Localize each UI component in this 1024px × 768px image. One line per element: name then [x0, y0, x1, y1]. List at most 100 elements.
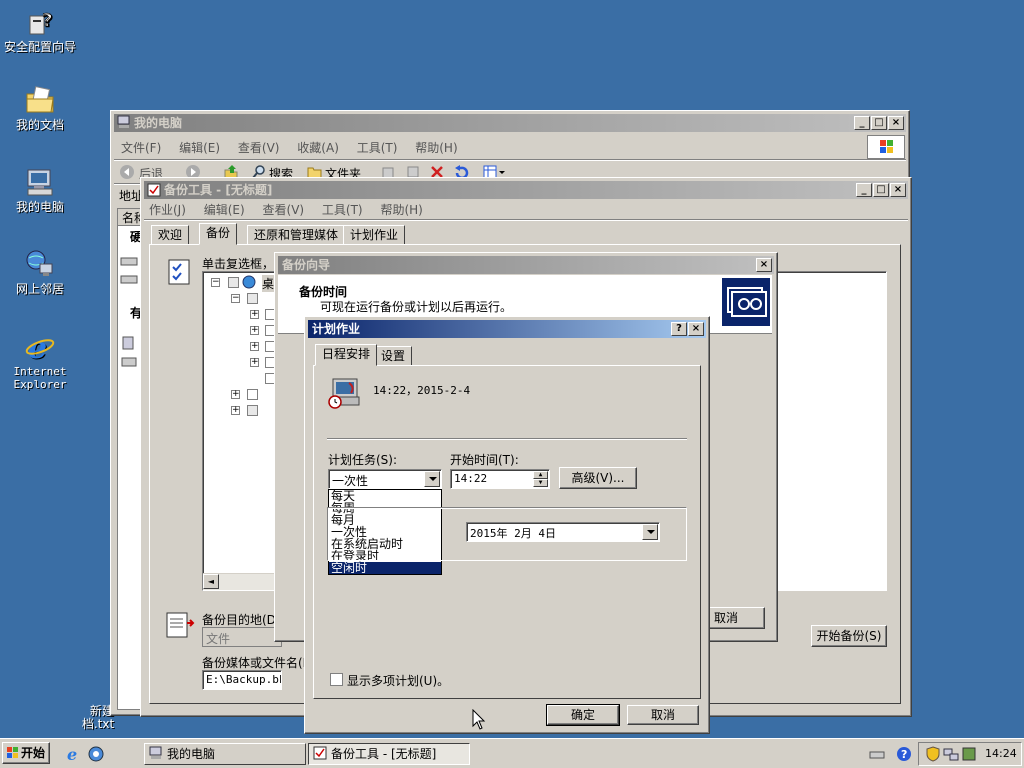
menu-view[interactable]: 查看(V) [263, 203, 305, 217]
tab-settings[interactable]: 设置 [374, 346, 413, 366]
start-time-input[interactable]: 14:22 ▲ ▼ [450, 469, 550, 489]
backup-menubar: 作业(J) 编辑(E) 查看(V) 工具(T) 帮助(H) [149, 201, 437, 218]
security-shield-icon[interactable] [925, 746, 941, 765]
tree-item-desktop[interactable]: 桌 [262, 275, 275, 292]
tray-app-icon[interactable] [961, 746, 977, 765]
expand-toggle[interactable]: + [250, 342, 259, 351]
window-title: 备份工具 - [无标题] [164, 183, 273, 197]
drive-icon[interactable] [120, 273, 140, 288]
close-button[interactable]: × [756, 258, 772, 272]
drive-icon[interactable] [120, 255, 140, 270]
desktop-icon-network[interactable]: 网上邻居 [0, 248, 80, 296]
schedule-dialog: 计划作业 ? × 日程安排 设置 14:22，2015-2-4 计划任务(S):… [304, 316, 710, 734]
destination-label: 备份目的地(D) [202, 613, 281, 627]
spin-up-icon[interactable]: ▲ [533, 471, 548, 479]
close-button[interactable]: × [890, 183, 906, 197]
tree-checkbox[interactable] [247, 293, 258, 304]
wizard-cancel-button[interactable]: 取消 [707, 607, 765, 629]
quicklaunch-ie-icon[interactable]: e [66, 745, 82, 765]
expand-toggle[interactable]: + [231, 406, 240, 415]
task-option-selected[interactable]: 空闲时 [329, 562, 441, 574]
start-backup-button[interactable]: 开始备份(S) [811, 625, 887, 647]
expand-toggle[interactable]: + [250, 310, 259, 319]
minimize-button[interactable]: _ [856, 183, 872, 197]
help-button[interactable]: ? [671, 322, 687, 336]
menu-help[interactable]: 帮助(H) [380, 203, 422, 217]
menu-job[interactable]: 作业(J) [149, 203, 186, 217]
backup-titlebar[interactable]: 备份工具 - [无标题] _ □ × [144, 181, 908, 199]
time-spinner[interactable]: ▲ ▼ [533, 471, 548, 487]
close-button[interactable]: × [688, 322, 704, 336]
tab-restore[interactable]: 还原和管理媒体 [247, 225, 346, 245]
tab-backup[interactable]: 备份 [199, 223, 238, 245]
desktop-icon-my-documents[interactable]: 我的文档 [0, 84, 80, 132]
tray-usb-icon[interactable] [868, 746, 886, 765]
desktop-icon-ie[interactable]: e Internet Explorer [0, 330, 80, 391]
schedule-titlebar[interactable]: 计划作业 ? × [308, 320, 706, 338]
network-status-icon[interactable] [943, 746, 959, 765]
date-picker[interactable]: 2015年 2月 4日 [466, 522, 660, 542]
collapse-toggle[interactable]: − [231, 294, 240, 303]
computer-icon [117, 115, 131, 134]
show-multiple-checkbox[interactable] [330, 673, 343, 686]
expand-toggle[interactable]: + [250, 358, 259, 367]
window-title: 计划作业 [312, 322, 361, 336]
menu-view[interactable]: 查看(V) [238, 141, 280, 155]
quicklaunch-settings-icon[interactable] [88, 746, 104, 765]
menu-favorites[interactable]: 收藏(A) [297, 141, 339, 155]
tab-schedule[interactable]: 日程安排 [315, 344, 378, 366]
tree-scrollbar[interactable]: ◄ [203, 573, 281, 590]
desktop-icon-security-wizard[interactable]: ? 安全配置向导 [0, 6, 80, 54]
back-icon[interactable] [119, 164, 135, 183]
wizard-titlebar[interactable]: 备份向导 × [278, 256, 774, 274]
close-button[interactable]: × [888, 116, 904, 130]
advanced-button[interactable]: 高级(V)... [559, 467, 637, 489]
scroll-left-icon[interactable]: ◄ [203, 574, 219, 589]
media-value: E:\Backup.bkf [206, 673, 281, 686]
chevron-down-icon[interactable] [642, 524, 658, 540]
clock[interactable]: 14:24 [985, 747, 1017, 760]
ok-button[interactable]: 确定 [546, 704, 620, 726]
expand-toggle[interactable]: + [250, 326, 259, 335]
desktop-icon-my-computer[interactable]: 我的电脑 [0, 166, 80, 214]
menu-file[interactable]: 文件(F) [121, 141, 161, 155]
task-my-computer[interactable]: 我的电脑 [144, 743, 306, 765]
windows-logo-icon [867, 135, 905, 159]
security-wizard-icon: ? [24, 6, 56, 38]
backup-file-list[interactable] [771, 271, 887, 591]
cd-drive-icon[interactable] [120, 335, 140, 354]
task-backup-tool[interactable]: 备份工具 - [无标题] [308, 743, 470, 765]
maximize-button[interactable]: □ [873, 183, 889, 197]
desktop-icon-label: 我的文档 [15, 118, 64, 132]
explorer-titlebar[interactable]: 我的电脑 _ □ × [114, 114, 906, 132]
media-input[interactable]: E:\Backup.bkf [202, 670, 282, 690]
chevron-down-icon[interactable] [424, 471, 440, 487]
maximize-button[interactable]: □ [871, 116, 887, 130]
backup-tree[interactable]: − 桌 − + + + + + + ◄ [202, 271, 282, 591]
spin-down-icon[interactable]: ▼ [533, 479, 548, 487]
minimize-button[interactable]: _ [854, 116, 870, 130]
windows-logo-icon [6, 746, 20, 766]
menu-help[interactable]: 帮助(H) [415, 141, 457, 155]
collapse-toggle[interactable]: − [211, 278, 220, 287]
tree-checkbox[interactable] [228, 277, 239, 288]
tab-schedule[interactable]: 计划作业 [343, 225, 406, 245]
task-dropdown[interactable]: 一次性 [328, 469, 442, 489]
task-dropdown-value: 一次性 [332, 474, 369, 488]
tree-checkbox[interactable] [247, 389, 258, 400]
printer-icon[interactable] [120, 353, 140, 372]
svg-text:?: ? [901, 748, 907, 761]
destination-select[interactable]: 文件 [202, 627, 282, 647]
start-time-value: 14:22 [454, 472, 488, 485]
menu-edit[interactable]: 编辑(E) [179, 141, 220, 155]
start-label: 开始 [21, 746, 46, 760]
menu-tools[interactable]: 工具(T) [357, 141, 398, 155]
tree-checkbox[interactable] [247, 405, 258, 416]
tray-help-icon[interactable]: ? [896, 746, 912, 765]
menu-edit[interactable]: 编辑(E) [204, 203, 245, 217]
tab-welcome[interactable]: 欢迎 [151, 225, 190, 245]
expand-toggle[interactable]: + [231, 390, 240, 399]
menu-tools[interactable]: 工具(T) [322, 203, 363, 217]
start-button[interactable]: 开始 [2, 742, 50, 764]
cancel-button[interactable]: 取消 [627, 705, 699, 725]
